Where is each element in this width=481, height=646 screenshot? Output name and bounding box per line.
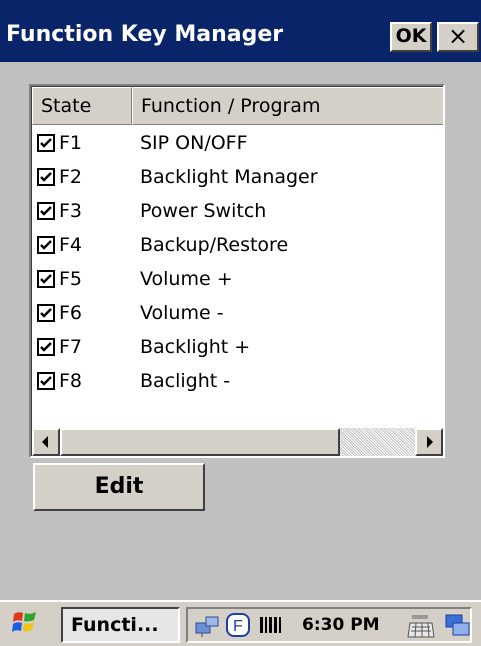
checkmark-icon [40,240,52,250]
list-item[interactable]: F3 Power Switch [32,194,443,228]
checkmark-icon [40,138,52,148]
state-checkbox[interactable] [37,202,55,220]
clock[interactable]: 6:30 PM [302,609,380,641]
function-key-label: F2 [59,166,83,188]
start-button[interactable] [10,608,40,638]
function-program-label: Power Switch [140,200,267,222]
state-checkbox[interactable] [37,338,55,356]
checkmark-icon [40,308,52,318]
function-program-label: Baclight - [140,370,231,392]
state-checkbox[interactable] [37,134,55,152]
function-program-label: Volume - [140,302,224,324]
list-rows: F1 SIP ON/OFF F2 Backlight Manager F3 Power S… [32,126,443,398]
title-bar: Function Key Manager OK × [0,0,481,62]
list-item[interactable]: F8 Baclight - [32,364,443,398]
function-key-label: F7 [59,336,83,358]
function-program-label: Backup/Restore [140,234,289,256]
function-key-label: F8 [59,370,83,392]
list-item[interactable]: F7 Backlight + [32,330,443,364]
function-program-label: Volume + [140,268,233,290]
list-item[interactable]: F5 Volume + [32,262,443,296]
state-checkbox[interactable] [37,270,55,288]
checkmark-icon [40,376,52,386]
barcode-icon [260,617,281,633]
function-key-label: F6 [59,302,83,324]
arrow-left-icon [42,436,48,448]
column-header-state[interactable]: State [32,87,132,125]
windows-flag-icon [12,612,36,632]
network-icon [195,616,219,637]
scrollbar-track[interactable] [340,428,415,456]
windows-switch-icon [445,614,470,636]
taskbar: Functi... F 6:30 PM [0,600,481,646]
function-program-label: Backlight + [140,336,251,358]
list-item[interactable]: F4 Backup/Restore [32,228,443,262]
function-key-label: F3 [59,200,83,222]
scroll-right-button[interactable] [415,428,443,456]
state-checkbox[interactable] [37,372,55,390]
scrollbar-thumb[interactable] [60,428,340,456]
list-item[interactable]: F2 Backlight Manager [32,160,443,194]
checkmark-icon [40,342,52,352]
checkmark-icon [40,274,52,284]
checkmark-icon [40,206,52,216]
keyboard-icon [407,615,435,638]
ok-button[interactable]: OK [390,22,432,52]
edit-button[interactable]: Edit [33,463,205,511]
system-tray: F 6:30 PM [186,607,472,643]
state-checkbox[interactable] [37,236,55,254]
list-header: State Function / Program [32,87,443,125]
state-checkbox[interactable] [37,304,55,322]
function-key-label: F5 [59,268,83,290]
arrow-right-icon [427,436,433,448]
f-key-icon: F [226,613,250,637]
scroll-left-button[interactable] [32,428,60,456]
function-key-label: F4 [59,234,83,256]
function-program-label: SIP ON/OFF [140,132,248,154]
checkmark-icon [40,172,52,182]
close-button[interactable]: × [437,22,479,52]
task-button-function-key-manager[interactable]: Functi... [61,607,180,643]
function-program-label: Backlight Manager [140,166,318,188]
state-checkbox[interactable] [37,168,55,186]
svg-text:F: F [233,618,243,635]
window-title: Function Key Manager [6,22,284,47]
function-key-label: F1 [59,132,83,154]
list-item[interactable]: F1 SIP ON/OFF [32,126,443,160]
column-header-function[interactable]: Function / Program [132,87,443,125]
horizontal-scrollbar[interactable] [32,428,443,456]
function-key-list[interactable]: State Function / Program F1 SIP ON/OFF F2 B… [29,84,445,458]
list-item[interactable]: F6 Volume - [32,296,443,330]
